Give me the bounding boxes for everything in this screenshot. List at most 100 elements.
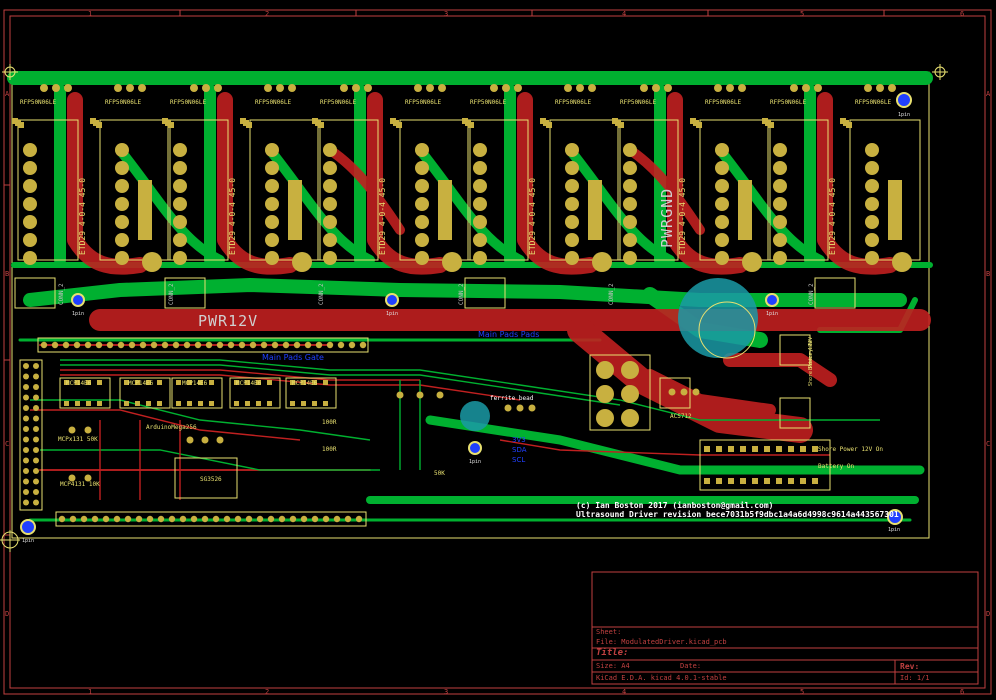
transformer-pad [265,143,279,157]
ic-pad [146,401,151,406]
misc-pad [668,388,676,396]
transformer-pad [565,197,579,211]
driver-chip-label: MCP14E6 [128,380,154,387]
misc-pad [201,436,209,444]
ferrite-bead-label: ferrite bead [490,395,534,402]
transformer-pad [715,197,729,211]
revision-text: Ultrasound Driver revision bece7031b5f9d… [576,510,899,519]
mcp4131-10k-label: MCP4131 10K [60,481,100,488]
title-label: Title: [596,648,629,658]
header-pin [33,394,39,401]
resistor-pad [96,122,102,128]
power-pad [596,361,614,379]
header-pin [33,405,39,411]
transformer-pad [292,252,312,272]
mosfet-pad [640,84,648,92]
transformer-pad [265,215,279,229]
misc-pad [504,404,512,412]
transformer-pad [865,251,879,265]
transformer-pad [23,161,37,175]
transformer-pad [142,252,162,272]
transformer-label: ETD29 4-0-4 45-0 [78,177,87,255]
header-pin [139,341,147,349]
header-pin [23,415,29,422]
header-pin [33,499,39,506]
ic-pad [64,401,69,406]
mosfet-label: RFP50N06LE [555,99,592,106]
header-pin [278,515,286,523]
main-gate-note: Main Pads Gate [262,353,324,362]
header-pin [106,341,114,349]
mosfet-label: RFP50N06LE [855,99,892,106]
smd-pad [752,478,758,484]
header-pin [23,384,29,390]
transformer-pad [715,215,729,229]
transformer-pad [23,251,37,265]
date-label: Date: [680,662,702,670]
header-pin [33,384,39,390]
transformer-pad [415,179,429,193]
transformer-pad [473,233,487,247]
mounting-hole-label: 1pin [766,311,779,317]
ic-pad [176,401,181,406]
mosfet-pad [364,84,372,92]
header-pin [23,499,29,506]
transformer-pad [323,215,337,229]
header-pin [58,515,66,523]
resistor-pad [696,122,702,128]
power-pad [621,361,639,379]
transformer-pad [23,233,37,247]
mounting-hole-label: 1pin [898,112,911,118]
transformer-pad [473,215,487,229]
header-pin [33,457,39,464]
transformer-pad [773,215,787,229]
transformer-pad [115,251,129,265]
mosfet-label: RFP50N06LE [255,99,292,106]
transformer-pad [715,233,729,247]
frame-row-label: D [5,610,10,618]
electrolytic-capacitor [678,278,758,358]
transformer-pad [865,161,879,175]
ic-pad [187,401,192,406]
header-pin [183,341,191,349]
header-pin [73,341,81,349]
transformer-pad [115,161,129,175]
header-pin [337,341,345,349]
kicad-label: KiCad E.D.A. kicad 4.0.1-stable [596,674,727,682]
smd-pad [800,446,806,452]
transformer-pad [473,161,487,175]
main-pads-note: Main Pads Pads [478,330,540,339]
rev-label: Rev: [900,662,920,671]
mosfet-pad [876,84,884,92]
power-pad [621,409,639,427]
ic-pad [157,380,162,385]
transformer-pad [623,143,637,157]
copyright-text: (c) Ian Boston 2017 (ianboston@gmail.com… [576,501,774,510]
header-pin [245,515,253,523]
header-pin [23,478,29,485]
transformer-pad [323,233,337,247]
arduino-label: ArduinoMega256 [146,424,197,431]
transformer-pad [773,233,787,247]
mosfet-pad [414,84,422,92]
mosfet-pad [214,84,222,92]
header-pin [62,341,70,349]
header-pin [201,515,209,523]
frame-row-label: C [5,440,10,448]
ic-pad [75,401,80,406]
header-pin [322,515,330,523]
resistor-50k: 50K [434,470,445,477]
header-pin [344,515,352,523]
mosfet-pad [276,84,284,92]
header-pin [168,515,176,523]
header-pin [33,447,39,453]
header-pin [179,515,187,523]
mosfet-pad [588,84,596,92]
mosfet-label: RFP50N06LE [470,99,507,106]
transformer-pad [415,161,429,175]
transformer-pad [473,251,487,265]
transformer-pad [715,143,729,157]
connector-label: CONN_2 [168,283,175,305]
header-pin [315,341,323,349]
transformer-pad [173,251,187,265]
